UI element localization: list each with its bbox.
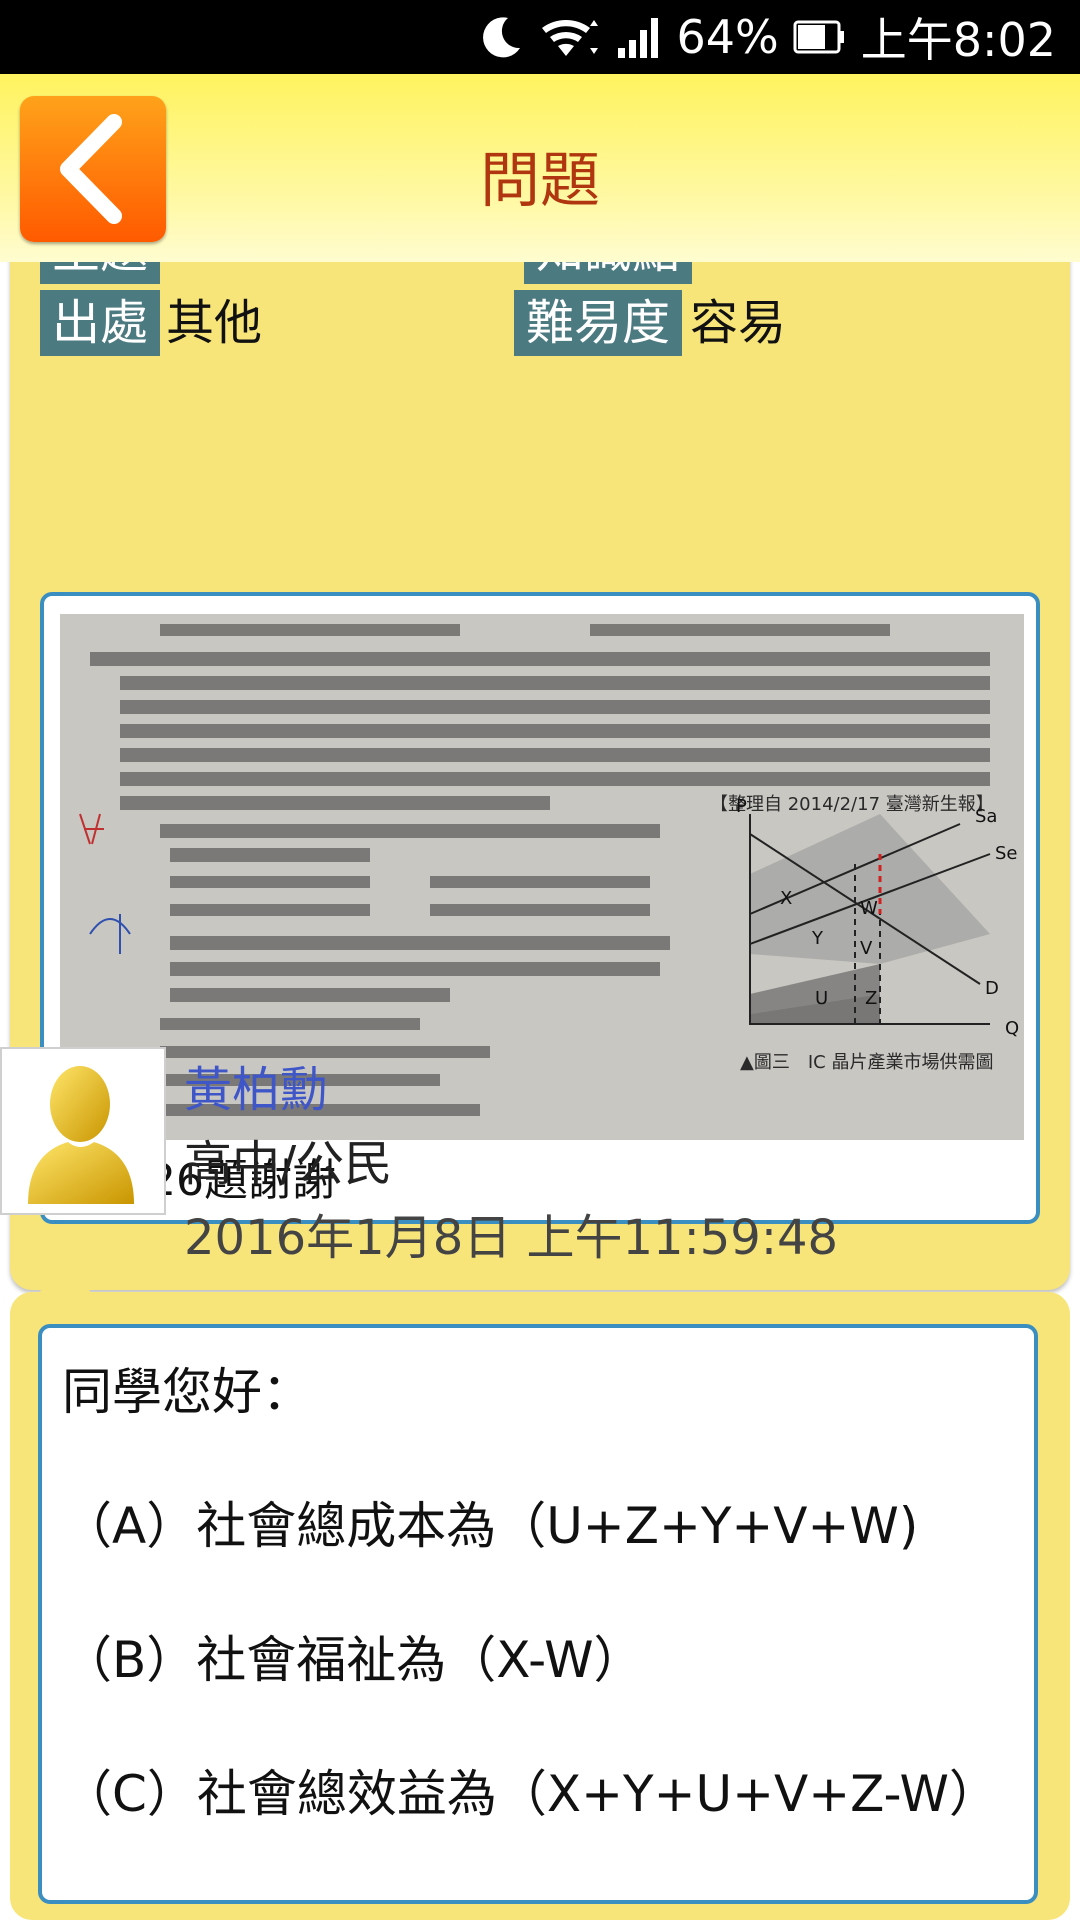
difficulty-label: 難易度	[514, 290, 683, 356]
svg-text:Se: Se	[995, 843, 1018, 864]
topic-label: 主題	[40, 262, 161, 284]
svg-text:W: W	[860, 898, 878, 919]
chart-caption: ▲圖三 IC 晶片產業市場供需圖	[740, 1052, 993, 1073]
answer-greeting: 同學您好：	[62, 1363, 312, 1421]
teacher-subject: 高中/公民	[184, 1136, 393, 1192]
svg-text:Q: Q	[1005, 1018, 1019, 1039]
status-bar: 64% 上午8:02	[0, 0, 1080, 74]
user-icon	[28, 1066, 134, 1204]
source-value: 其他	[166, 295, 263, 351]
app-header: 問題	[0, 74, 1080, 262]
answer-body: 同學您好： （A）社會總成本為（U+Z+Y+V+W) （B）社會福祉為（X-W）…	[38, 1324, 1038, 1904]
answer-line-c: （C）社會總效益為（X+Y+U+V+Z-W）	[62, 1765, 999, 1823]
svg-text:V: V	[860, 938, 873, 959]
moon-icon	[478, 14, 524, 60]
page-title: 問題	[480, 146, 600, 216]
answer-line-b: （B）社會福祉為（X-W）	[62, 1631, 644, 1689]
question-card: 主題 知識點 出處 其他 難易度 容易	[10, 262, 1070, 1290]
teacher-name[interactable]: 黃柏勳	[184, 1050, 328, 1120]
photo-source-text: 【整理自 2014/2/17 臺灣新生報】	[710, 794, 994, 815]
avatar	[0, 1047, 166, 1215]
svg-text:X: X	[780, 888, 792, 909]
battery-icon	[793, 14, 847, 60]
supply-demand-chart: X Y W V U Z Sa Se D P Q	[736, 796, 1019, 1039]
svg-text:Z: Z	[865, 988, 877, 1009]
content-scroll[interactable]: 主題 知識點 出處 其他 難易度 容易	[0, 262, 1080, 1920]
battery-percent: 64%	[676, 10, 779, 64]
svg-text:D: D	[985, 978, 999, 999]
svg-text:Y: Y	[811, 928, 824, 949]
speech-tail	[34, 1260, 98, 1300]
source-label: 出處	[40, 290, 161, 356]
svg-text:U: U	[815, 988, 828, 1009]
clock: 上午8:02	[860, 13, 1056, 67]
svg-text:Sa: Sa	[975, 806, 997, 827]
answer-card: 同學您好： （A）社會總成本為（U+Z+Y+V+W) （B）社會福祉為（X-W）…	[10, 1260, 1070, 1920]
knowledge-label: 知識點	[524, 262, 693, 284]
answer-timestamp: 2016年1月8日 上午11:59:48	[184, 1210, 839, 1266]
signal-icon	[616, 14, 662, 60]
wifi-icon	[538, 14, 602, 60]
answer-line-a: （A）社會總成本為（U+Z+Y+V+W)	[62, 1497, 919, 1555]
svg-text:P: P	[736, 796, 747, 817]
difficulty-value: 容易	[690, 295, 787, 351]
